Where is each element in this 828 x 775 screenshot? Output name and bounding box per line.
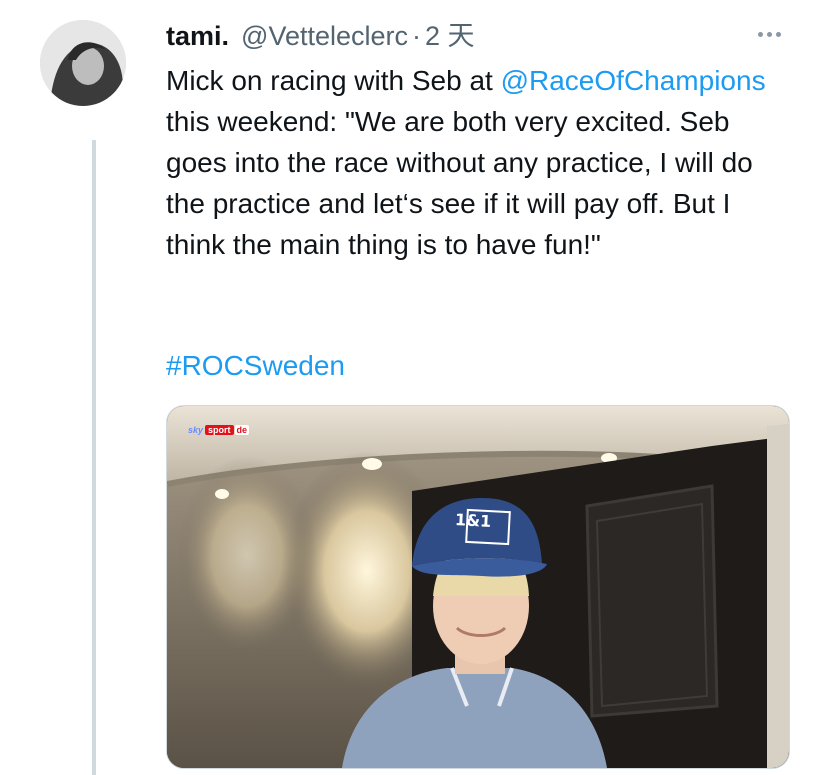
thread-connector-line [92,140,96,775]
media-image [167,406,789,768]
cap-logo-text: 1&1 [454,510,492,531]
more-horizontal-icon [757,31,763,37]
more-options-button[interactable] [752,22,786,46]
de-logo-text: de [234,425,250,435]
tweet-timestamp[interactable]: 2 天 [425,18,475,54]
tweet-text-part-2: this weekend: "We are both very excited.… [166,106,753,260]
avatar-image [40,20,126,106]
hashtag-link[interactable]: #ROCSweden [166,345,345,386]
tweet-header: tami. @Vetteleclerc · 2 天 [166,18,475,54]
more-dot [766,31,772,37]
header-separator: · [412,21,422,51]
avatar[interactable] [40,20,126,106]
author-handle[interactable]: @Vetteleclerc [241,18,408,54]
more-dot [775,31,781,37]
mention-link[interactable]: @RaceOfChampions [501,65,766,96]
sport-logo-text: sport [205,425,234,435]
author-name[interactable]: tami. [166,18,229,54]
tweet-text: Mick on racing with Seb at @RaceOfChampi… [166,60,786,265]
tweet-media[interactable] [166,405,790,769]
tweet-text-part-1: Mick on racing with Seb at [166,65,501,96]
sky-logo-text: sky [188,425,204,435]
broadcaster-logo: sky sport de [188,425,250,435]
